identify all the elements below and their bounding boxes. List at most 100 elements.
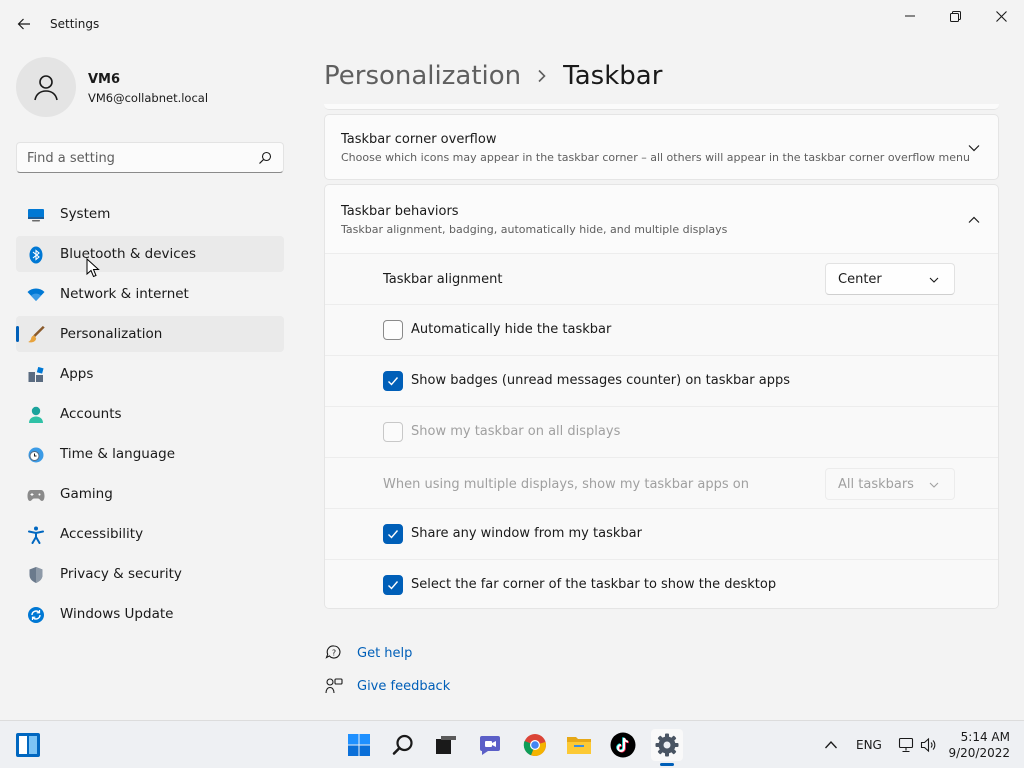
file-explorer-button[interactable]: [563, 729, 595, 761]
sidebar-item-network[interactable]: Network & internet: [16, 276, 284, 312]
gamepad-icon: [27, 486, 45, 504]
task-view-button[interactable]: [430, 729, 462, 761]
auto-hide-checkbox[interactable]: [383, 320, 403, 340]
sidebar-item-privacy[interactable]: Privacy & security: [16, 556, 284, 592]
sidebar-item-label: Windows Update: [60, 606, 174, 622]
back-arrow-icon: [17, 18, 30, 30]
card-title: Taskbar behaviors: [341, 204, 459, 219]
close-icon: [995, 10, 1007, 22]
taskbar-search-button[interactable]: [387, 729, 419, 761]
sidebar-item-label: Network & internet: [60, 286, 189, 302]
sidebar-item-label: Time & language: [60, 446, 176, 462]
all-displays-row: Show my taskbar on all displays: [325, 406, 998, 457]
breadcrumb-parent[interactable]: Personalization: [324, 61, 521, 91]
app-title: Settings: [50, 17, 100, 31]
auto-hide-label: Automatically hide the taskbar: [411, 322, 612, 337]
taskbar-alignment-dropdown[interactable]: Center: [825, 263, 955, 295]
sidebar-item-label: Accounts: [60, 406, 122, 422]
all-displays-label: Show my taskbar on all displays: [411, 424, 621, 439]
card-title: Taskbar corner overflow: [341, 132, 497, 147]
tiktok-button[interactable]: [607, 729, 639, 761]
chevron-up-icon: [825, 741, 837, 749]
show-badges-row: Show badges (unread messages counter) on…: [325, 355, 998, 406]
language-indicator[interactable]: ENG: [856, 721, 882, 768]
sidebar-item-accessibility[interactable]: Accessibility: [16, 516, 284, 552]
file-explorer-icon: [567, 737, 591, 754]
page-title: Taskbar: [563, 61, 663, 91]
chat-button[interactable]: [474, 729, 506, 761]
search-icon: [257, 150, 273, 166]
share-window-row: Share any window from my taskbar: [325, 508, 998, 559]
far-corner-checkbox[interactable]: [383, 575, 403, 595]
sidebar-item-personalization[interactable]: Personalization: [16, 316, 284, 352]
sidebar-item-apps[interactable]: Apps: [16, 356, 284, 392]
help-chat-icon: ?: [324, 643, 344, 663]
user-name: VM6: [88, 72, 121, 87]
close-button[interactable]: [978, 0, 1024, 32]
chat-icon: [480, 736, 500, 755]
taskbar-alignment-row: Taskbar alignment Center: [325, 253, 998, 304]
give-feedback-link[interactable]: Give feedback: [324, 675, 450, 697]
person-icon: [27, 406, 45, 424]
show-hidden-icons-button[interactable]: [824, 721, 838, 768]
taskbar-behaviors-card: Taskbar behaviors Taskbar alignment, bad…: [324, 184, 999, 609]
get-help-link[interactable]: ? Get help: [324, 642, 412, 664]
bluetooth-icon: [27, 246, 45, 264]
chevron-down-icon[interactable]: [966, 140, 982, 156]
sidebar-item-gaming[interactable]: Gaming: [16, 476, 284, 512]
svg-text:?: ?: [332, 649, 336, 658]
multi-display-dropdown[interactable]: All taskbars: [825, 468, 955, 500]
mouse-cursor-icon: [86, 258, 100, 278]
back-button[interactable]: [10, 10, 38, 38]
sidebar-nav: System Bluetooth & devices Network & int…: [16, 196, 284, 636]
update-icon: [27, 606, 45, 624]
user-profile[interactable]: VM6 VM6@collabnet.local: [16, 57, 286, 119]
sidebar-item-bluetooth[interactable]: Bluetooth & devices: [16, 236, 284, 278]
search-box[interactable]: [16, 142, 284, 173]
chrome-button[interactable]: [519, 729, 551, 761]
sidebar-item-windows-update[interactable]: Windows Update: [16, 596, 284, 632]
card-description: Choose which icons may appear in the tas…: [341, 151, 970, 164]
language-text: ENG: [856, 738, 882, 752]
volume-icon: [920, 737, 936, 753]
all-displays-checkbox[interactable]: [383, 422, 403, 442]
clock[interactable]: 5:14 AM 9/20/2022: [948, 729, 1010, 761]
share-window-label: Share any window from my taskbar: [411, 526, 642, 541]
sidebar-item-label: System: [60, 206, 111, 222]
paintbrush-icon: [27, 326, 45, 344]
auto-hide-row: Automatically hide the taskbar: [325, 304, 998, 355]
show-badges-label: Show badges (unread messages counter) on…: [411, 373, 790, 388]
taskbar-alignment-label: Taskbar alignment: [383, 272, 503, 287]
settings-button[interactable]: [651, 729, 683, 766]
minimize-icon: [905, 15, 915, 17]
minimize-button[interactable]: [887, 0, 933, 32]
network-volume-tray[interactable]: [897, 721, 938, 768]
monitor-icon: [27, 206, 45, 224]
previous-card-edge: [324, 104, 999, 110]
give-feedback-text: Give feedback: [357, 678, 451, 694]
dropdown-value: All taskbars: [838, 477, 914, 492]
accessibility-icon: [27, 526, 45, 544]
restore-icon: [949, 10, 961, 22]
share-window-checkbox[interactable]: [383, 524, 403, 544]
chevron-up-icon[interactable]: [966, 212, 982, 228]
tiktok-icon: [610, 732, 636, 758]
sidebar-item-label: Personalization: [60, 326, 163, 342]
multi-display-row: When using multiple displays, show my ta…: [325, 457, 998, 508]
sidebar-item-system[interactable]: System: [16, 196, 284, 232]
taskbar-behaviors-header[interactable]: Taskbar behaviors Taskbar alignment, bad…: [325, 185, 998, 253]
start-button[interactable]: [343, 729, 375, 761]
shield-icon: [27, 566, 45, 584]
show-badges-checkbox[interactable]: [383, 371, 403, 391]
restore-button[interactable]: [932, 0, 978, 32]
clock-date: 9/20/2022: [948, 746, 1010, 760]
sidebar-item-label: Apps: [60, 366, 94, 382]
apps-icon: [27, 366, 45, 384]
search-icon: [392, 734, 413, 755]
chrome-icon: [523, 734, 546, 757]
search-input[interactable]: [27, 149, 252, 167]
taskbar-corner-overflow-card[interactable]: Taskbar corner overflow Choose which ico…: [324, 114, 999, 180]
sidebar-item-time-language[interactable]: Time & language: [16, 436, 284, 472]
widgets-button[interactable]: [14, 731, 42, 759]
sidebar-item-accounts[interactable]: Accounts: [16, 396, 284, 432]
